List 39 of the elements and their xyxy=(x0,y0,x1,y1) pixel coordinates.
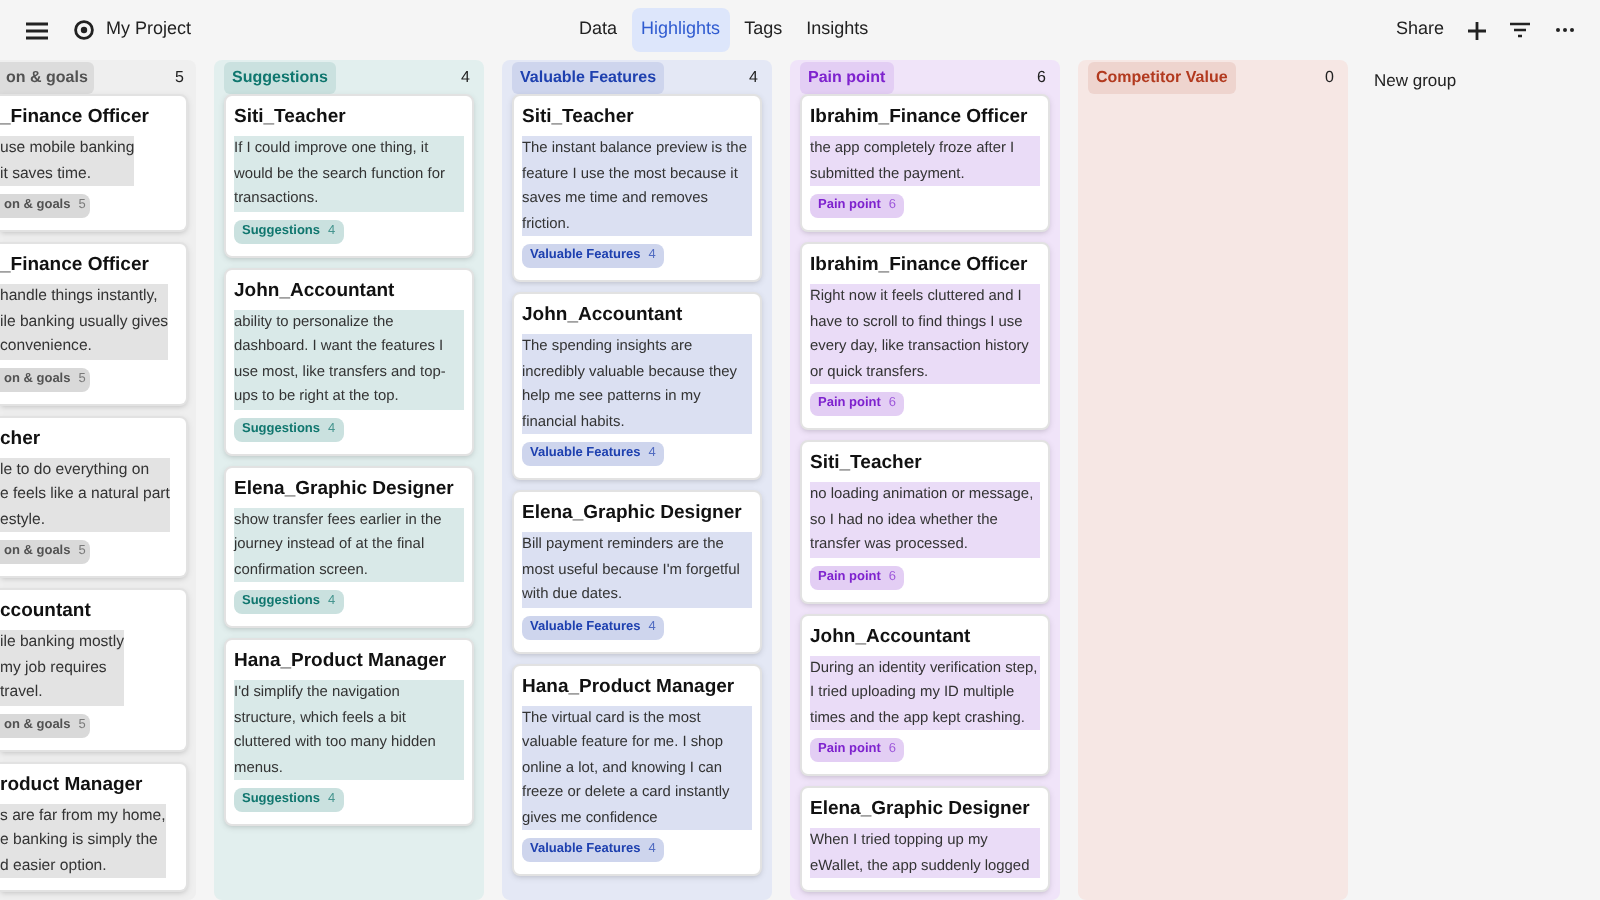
target-icon xyxy=(74,20,94,40)
group-label[interactable]: Valuable Features xyxy=(512,62,665,94)
group-count: 6 xyxy=(1037,66,1046,90)
group-label[interactable]: Competitor Value xyxy=(1088,62,1236,94)
tab[interactable]: Highlights xyxy=(631,8,731,52)
group-count: 5 xyxy=(175,66,184,90)
tab[interactable]: Data xyxy=(569,8,628,52)
tab[interactable]: Insights xyxy=(796,8,879,52)
group-label[interactable]: Pain point xyxy=(800,62,894,94)
group-count: 4 xyxy=(749,66,758,90)
new-group-button[interactable]: New group xyxy=(1374,68,1457,94)
tab[interactable]: Tags xyxy=(734,8,793,52)
menu-icon[interactable] xyxy=(26,21,48,39)
author-name: cher xyxy=(0,427,43,451)
author-name: Hana_Product Manager xyxy=(234,650,449,674)
author-name: Ibrahim_Finance Officer xyxy=(810,106,1030,130)
author-name: Ibrahim_Finance Officer xyxy=(810,254,1030,278)
group-count: 4 xyxy=(461,66,470,90)
author-name: roduct Manager xyxy=(0,773,145,797)
author-name: _Finance Officer xyxy=(0,254,151,278)
author-name: Siti_Teacher xyxy=(810,452,924,476)
author-name: ccountant xyxy=(0,600,93,624)
plus-icon[interactable] xyxy=(1468,21,1486,39)
author-name: Elena_Graphic Designer xyxy=(522,502,744,526)
author-name: John_Accountant xyxy=(810,625,973,649)
share-button[interactable]: Share xyxy=(1395,16,1444,44)
author-name: John_Accountant xyxy=(234,279,397,303)
author-name: John_Accountant xyxy=(522,304,685,328)
project-title[interactable]: My Project xyxy=(106,16,192,44)
author-name: Siti_Teacher xyxy=(522,106,636,130)
group-label[interactable]: on & goals xyxy=(0,62,94,94)
group-label[interactable]: Suggestions xyxy=(224,62,337,94)
author-name: Elena_Graphic Designer xyxy=(810,798,1032,822)
author-name: Siti_Teacher xyxy=(234,106,348,130)
group-count: 0 xyxy=(1325,66,1334,90)
author-name: Hana_Product Manager xyxy=(522,675,737,699)
author-name: Elena_Graphic Designer xyxy=(234,477,456,501)
author-name: _Finance Officer xyxy=(0,106,151,130)
filter-icon[interactable] xyxy=(1510,22,1530,38)
